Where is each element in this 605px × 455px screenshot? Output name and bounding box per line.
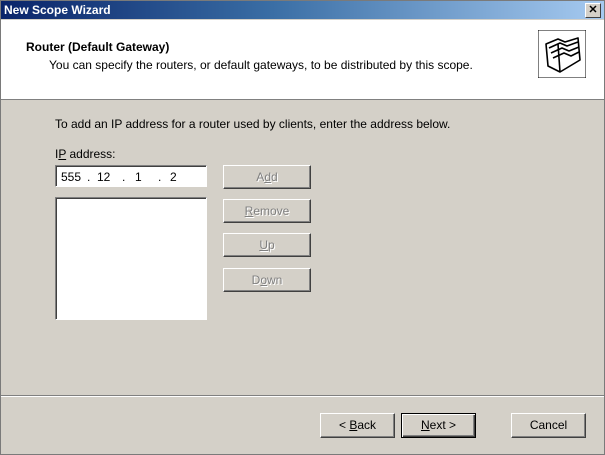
remove-button[interactable]: Remove [223,199,311,223]
instruction-text: To add an IP address for a router used b… [55,117,451,131]
page-title: Router (Default Gateway) [26,40,170,54]
router-list[interactable] [55,197,207,320]
window-title: New Scope Wizard [4,3,111,17]
cancel-button[interactable]: Cancel [511,413,586,438]
footer-divider [1,395,604,397]
ip-dot: . [87,170,91,184]
back-button[interactable]: < Back [320,413,395,438]
close-button[interactable]: ✕ [585,3,601,18]
new-scope-wizard-window: New Scope Wizard ✕ Router (Default Gatew… [0,0,605,455]
ip-octet-3[interactable]: 1 [135,170,142,184]
ip-dot: . [122,170,126,184]
ip-octet-1[interactable]: 555 [61,170,81,184]
down-button[interactable]: Down [223,268,311,292]
ip-octet-2[interactable]: 12 [97,170,110,184]
ip-address-label: IP address: [55,147,116,161]
ip-octet-4[interactable]: 2 [170,170,177,184]
next-button[interactable]: Next > [401,413,476,438]
folder-icon [538,30,586,78]
title-bar[interactable]: New Scope Wizard ✕ [1,1,604,19]
page-subtitle: You can specify the routers, or default … [49,58,473,72]
ip-dot: . [158,170,162,184]
wizard-header: Router (Default Gateway) You can specify… [1,20,604,100]
close-icon: ✕ [588,4,598,16]
ip-address-input[interactable]: 555 . 12 . 1 . 2 [55,165,207,187]
add-button[interactable]: Add [223,165,311,189]
up-button[interactable]: Up [223,233,311,257]
